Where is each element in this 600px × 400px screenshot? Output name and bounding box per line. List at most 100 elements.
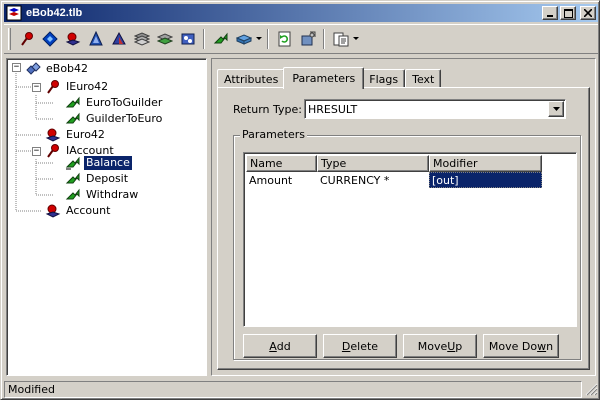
new-coclass-button[interactable] — [61, 28, 84, 50]
column-header-modifier[interactable]: Modifier — [429, 155, 542, 172]
new-record-button[interactable] — [130, 28, 153, 50]
maximize-button[interactable] — [560, 6, 576, 20]
interface-icon — [45, 79, 61, 95]
button-label-accel: D — [341, 339, 351, 353]
tab-text[interactable]: Text — [405, 69, 442, 88]
tree-node-label: Euro42 — [66, 128, 105, 141]
toolbar-separator — [323, 29, 325, 49]
parameters-list[interactable]: Name Type Modifier Amount CURRENCY * [ou… — [243, 152, 577, 327]
window-title: eBob42.tlb — [26, 7, 83, 19]
refresh-icon — [278, 31, 290, 47]
button-label-post: dd — [276, 339, 291, 353]
tree-node-ebob42[interactable]: eBob42 — [25, 61, 90, 77]
maximize-icon — [563, 8, 573, 18]
new-module-button[interactable] — [176, 28, 199, 50]
move-down-button[interactable]: Move Do w n — [483, 334, 559, 358]
parameters-list-header: Name Type Modifier — [246, 155, 542, 172]
move-up-button[interactable]: Move Up — [403, 334, 477, 358]
tree-node-withdraw[interactable]: Withdraw — [65, 187, 140, 203]
new-alias-button[interactable] — [107, 28, 130, 50]
new-interface-icon — [20, 32, 33, 46]
interface-icon — [45, 143, 61, 159]
cell-name: Amount — [249, 173, 293, 187]
delete-button[interactable]: Delete — [323, 334, 397, 358]
tab-flags[interactable]: Flags — [362, 69, 406, 88]
parameters-group: Parameters Name Type Modifier Amount CUR… — [233, 128, 581, 360]
chevron-down-icon — [552, 107, 560, 111]
tree-node-label: IEuro42 — [66, 80, 109, 93]
refresh-button[interactable] — [273, 28, 296, 50]
new-module-icon — [181, 33, 194, 45]
tree-collapse-toggle[interactable]: − — [12, 63, 21, 72]
new-method-icon — [213, 32, 227, 44]
button-label-post: p — [455, 339, 463, 353]
add-button[interactable]: Add — [243, 334, 317, 358]
method-icon — [65, 187, 81, 203]
new-union-button[interactable] — [153, 28, 176, 50]
tree-collapse-toggle[interactable]: − — [32, 147, 41, 156]
export-icon — [333, 32, 348, 47]
tree-node-label: Account — [66, 204, 111, 217]
title-bar[interactable]: eBob42.tlb — [4, 4, 598, 22]
status-text: Modified — [4, 380, 582, 398]
tree-node-account[interactable]: Account — [45, 203, 112, 219]
tree-node-label: Deposit — [86, 172, 129, 185]
resize-grip-icon[interactable] — [584, 382, 598, 396]
type-library-icon — [6, 5, 22, 21]
new-interface-button[interactable] — [15, 28, 38, 50]
tree-node-eurotoguilder[interactable]: EuroToGuilder — [65, 95, 164, 111]
return-type-value: HRESULT — [308, 102, 358, 116]
new-dispinterface-button[interactable] — [38, 28, 61, 50]
parameters-tab-panel: Return Type: HRESULT Parameters Name Typ… — [217, 87, 590, 370]
tree-node-label: EuroToGuilder — [86, 96, 163, 109]
new-coclass-icon — [65, 32, 80, 46]
member-editor: Attributes Parameters Flags Text Return … — [211, 58, 596, 376]
button-label-accel: w — [537, 339, 547, 353]
parameters-group-label: Parameters — [240, 128, 307, 141]
chevron-down-icon — [353, 37, 359, 40]
tree-node-euro42[interactable]: Euro42 — [45, 127, 107, 143]
type-library-tree[interactable]: − eBob42 − IEuro42 EuroToGuilder Guilder… — [6, 58, 207, 376]
column-header-type[interactable]: Type — [317, 155, 429, 172]
tree-node-label: Balance — [83, 155, 133, 171]
new-property-button[interactable] — [232, 28, 255, 50]
new-enum-icon — [88, 31, 103, 46]
tab-attributes[interactable]: Attributes — [217, 69, 286, 88]
register-button[interactable] — [296, 28, 319, 50]
method-icon — [65, 95, 81, 111]
tree-collapse-toggle[interactable]: − — [32, 83, 41, 92]
coclass-icon — [45, 203, 61, 219]
table-row[interactable]: Amount CURRENCY * [out] — [246, 172, 542, 188]
button-label-accel: A — [269, 339, 277, 353]
button-label-post: n — [546, 339, 554, 353]
register-icon — [301, 31, 315, 46]
new-member-dropdown[interactable] — [255, 28, 263, 50]
minimize-icon — [547, 15, 553, 17]
status-bar: Modified — [4, 380, 598, 398]
button-label-accel: U — [447, 339, 456, 353]
toolbar-grip[interactable] — [8, 28, 11, 50]
return-type-select[interactable]: HRESULT — [304, 99, 566, 119]
new-alias-icon — [111, 31, 126, 45]
new-union-icon — [156, 33, 173, 45]
close-button[interactable] — [580, 6, 596, 20]
tab-parameters[interactable]: Parameters — [283, 67, 365, 89]
column-header-name[interactable]: Name — [246, 155, 317, 172]
cell-modifier[interactable]: [out] — [429, 172, 542, 188]
tree-node-ieuro42[interactable]: IEuro42 — [45, 79, 110, 95]
return-type-label: Return Type: — [233, 103, 302, 116]
toolbar-separator — [203, 29, 205, 49]
export-button[interactable] — [329, 28, 352, 50]
method-icon — [65, 111, 81, 127]
tree-node-deposit[interactable]: Deposit — [65, 171, 130, 187]
new-enum-button[interactable] — [84, 28, 107, 50]
minimize-button[interactable] — [542, 6, 558, 20]
export-dropdown[interactable] — [352, 28, 360, 50]
tree-node-guildertoeuro[interactable]: GuilderToEuro — [65, 111, 164, 127]
new-method-button[interactable] — [209, 28, 232, 50]
button-label-post: elete — [350, 339, 379, 353]
new-property-icon — [235, 34, 252, 45]
return-type-dropdown-button[interactable] — [548, 101, 564, 117]
tree-node-balance[interactable]: Balance — [65, 155, 133, 171]
property-icon — [65, 155, 81, 171]
